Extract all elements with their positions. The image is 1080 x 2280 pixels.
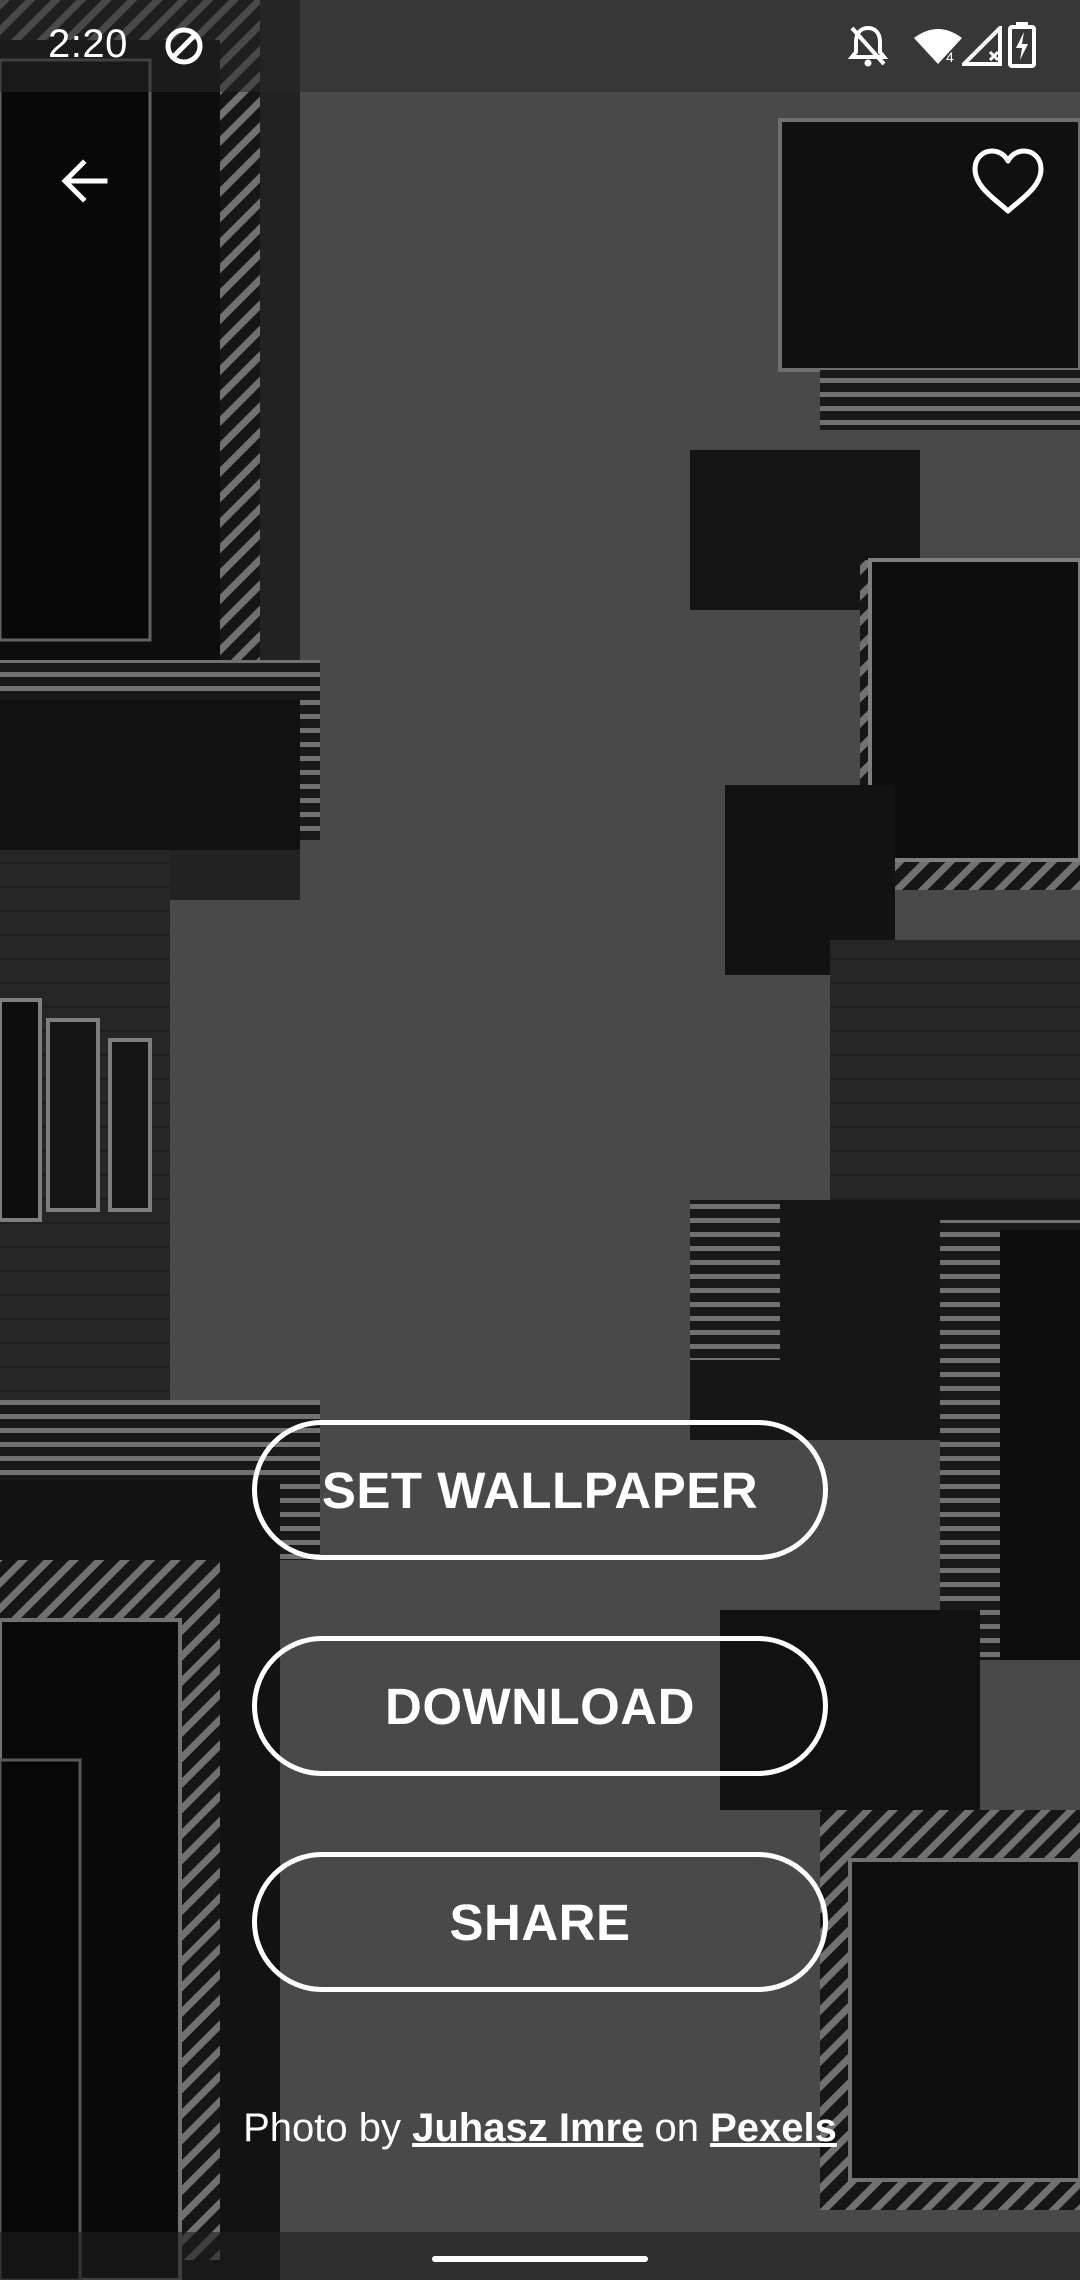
source-link[interactable]: Pexels [710,2106,837,2150]
favorite-button[interactable] [960,136,1056,226]
credit-prefix: Photo by [243,2106,401,2150]
notifications-off-icon [848,25,888,67]
photo-credit: Photo by Juhasz Imre on Pexels [0,2106,1080,2151]
set-wallpaper-button[interactable]: SET WALLPAPER [252,1420,828,1560]
battery-charging-icon [1008,22,1036,68]
status-time: 2:20 [48,22,128,66]
status-bar: 2:20 4 [0,0,1080,92]
home-gesture-handle[interactable] [432,2256,648,2262]
author-link[interactable]: Juhasz Imre [412,2106,643,2150]
back-button[interactable] [40,136,130,226]
wifi-icon: 4 [914,29,962,65]
svg-text:4: 4 [946,49,954,65]
cellular-signal-icon [962,26,1002,66]
navigation-bar [0,2232,1080,2280]
heart-outline-icon [972,148,1044,214]
credit-middle: on [654,2106,699,2150]
data-saver-icon [165,27,203,65]
wallpaper-preview-screen: 2:20 4 SET WALLPAPER DOWNLOAD SHARE Phot… [0,0,1080,2280]
arrow-back-icon [61,159,108,203]
share-button[interactable]: SHARE [252,1852,828,1992]
download-button[interactable]: DOWNLOAD [252,1636,828,1776]
